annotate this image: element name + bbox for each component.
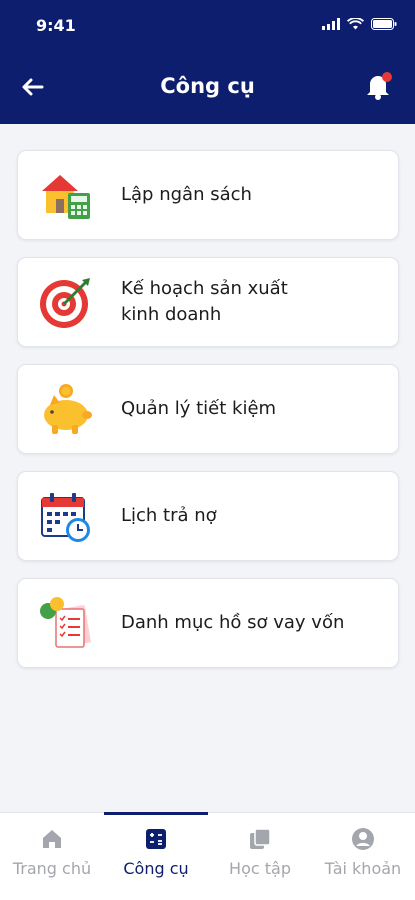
tab-label: Tài khoản [324,859,402,878]
house-calculator-icon [42,175,90,219]
tab-tools[interactable]: Công cụ [104,813,208,900]
tool-card-repayment-schedule[interactable]: Lịch trả nợ [17,471,399,561]
bottom-tab-bar: Trang chủ Công cụ Học tập Tài khoản [0,812,415,900]
tool-card-savings[interactable]: Quản lý tiết kiệm [17,364,399,454]
signal-icon [322,18,340,30]
notification-dot [382,72,392,82]
tool-card-loan-documents[interactable]: Danh mục hồ sơ vay vốn [17,578,399,668]
tab-label: Học tập [229,859,291,878]
status-icons [322,18,397,30]
status-time: 9:41 [36,16,76,35]
piggy-bank-icon [44,384,92,434]
page-title: Công cụ [160,74,255,98]
bell-icon[interactable] [361,68,395,102]
tab-home[interactable]: Trang chủ [0,813,104,900]
calendar-clock-icon [41,493,90,542]
tab-label: Trang chủ [12,859,92,878]
wifi-icon [347,18,364,30]
tool-label: Kế hoạch sản xuất kinh doanh [121,278,288,325]
home-icon [43,830,61,848]
account-icon [352,828,374,850]
tool-card-budget[interactable]: Lập ngân sách [17,150,399,240]
status-bar: 9:41 [0,0,415,50]
tab-label: Công cụ [123,859,189,878]
tab-account[interactable]: Tài khoản [311,813,415,900]
target-arrow-icon [40,278,90,328]
tool-card-business-plan[interactable]: Kế hoạch sản xuất kinh doanh [17,257,399,347]
tool-label: Lập ngân sách [121,184,252,205]
tool-label: Danh mục hồ sơ vay vốn [121,612,345,633]
tab-learning[interactable]: Học tập [208,813,312,900]
tool-label: Lịch trả nợ [121,505,217,526]
documents-checklist-icon [40,597,91,648]
book-icon [250,828,271,849]
app-bar: Công cụ [0,50,415,124]
tools-icon [146,829,166,849]
tool-list: Lập ngân sách Kế hoạch sản xuất kinh doa… [17,150,399,685]
tool-label: Quản lý tiết kiệm [121,398,277,419]
battery-icon [371,18,397,30]
